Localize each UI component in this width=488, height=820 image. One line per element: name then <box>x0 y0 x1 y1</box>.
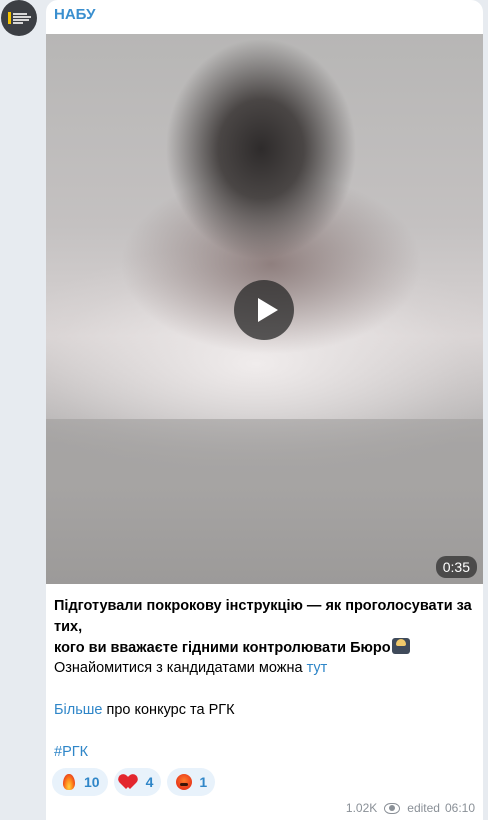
reactions-bar: 10 4 1 <box>52 768 216 796</box>
reaction-heart[interactable]: 4 <box>113 768 162 796</box>
message-line-1: Підготували покрокову інструкцію — як пр… <box>54 598 472 635</box>
message-line-2: кого ви вважаєте гідними контролювати Бю… <box>54 640 391 656</box>
video-thumbnail-lower <box>46 419 483 584</box>
reaction-fire[interactable]: 10 <box>52 768 108 796</box>
reaction-count: 4 <box>145 774 154 790</box>
candidates-paragraph: Ознайомитися з кандидатами можна тут <box>54 658 479 679</box>
nabu-logo-icon <box>7 12 11 24</box>
video-duration: 0:35 <box>435 556 477 578</box>
hashtag-paragraph: #РГК <box>54 742 479 763</box>
technologist-emoji-icon <box>391 638 410 654</box>
reaction-angry[interactable]: 1 <box>167 768 216 796</box>
more-link[interactable]: Більше <box>54 702 102 718</box>
candidates-link[interactable]: тут <box>307 660 328 676</box>
message-time: 06:10 <box>444 801 475 815</box>
more-paragraph: Більше про конкурс та РГК <box>54 700 479 721</box>
fire-icon <box>60 773 78 791</box>
play-button[interactable] <box>234 280 294 340</box>
sender-name[interactable]: НАБУ <box>54 6 95 23</box>
hashtag-link[interactable]: #РГК <box>54 744 88 760</box>
candidates-text: Ознайомитися з кандидатами можна <box>54 660 307 676</box>
play-icon <box>258 298 278 322</box>
edited-label: edited <box>407 801 440 815</box>
video-player[interactable]: 0:35 <box>46 34 483 584</box>
views-count: 1.02K <box>345 801 378 815</box>
more-text: про конкурс та РГК <box>102 702 235 718</box>
nabu-logo-text-icon <box>12 12 31 24</box>
eye-icon <box>384 802 401 814</box>
message-bubble: НАБУ 0:35 Підготували покрокову інструкц… <box>46 0 483 820</box>
heart-icon <box>122 773 140 791</box>
angry-face-icon <box>175 773 193 791</box>
reaction-count: 1 <box>199 774 208 790</box>
message-heading: Підготували покрокову інструкцію — як пр… <box>54 596 479 659</box>
message-meta: 1.02K edited 06:10 <box>346 801 475 815</box>
reaction-count: 10 <box>84 774 100 790</box>
channel-avatar[interactable] <box>1 0 37 36</box>
